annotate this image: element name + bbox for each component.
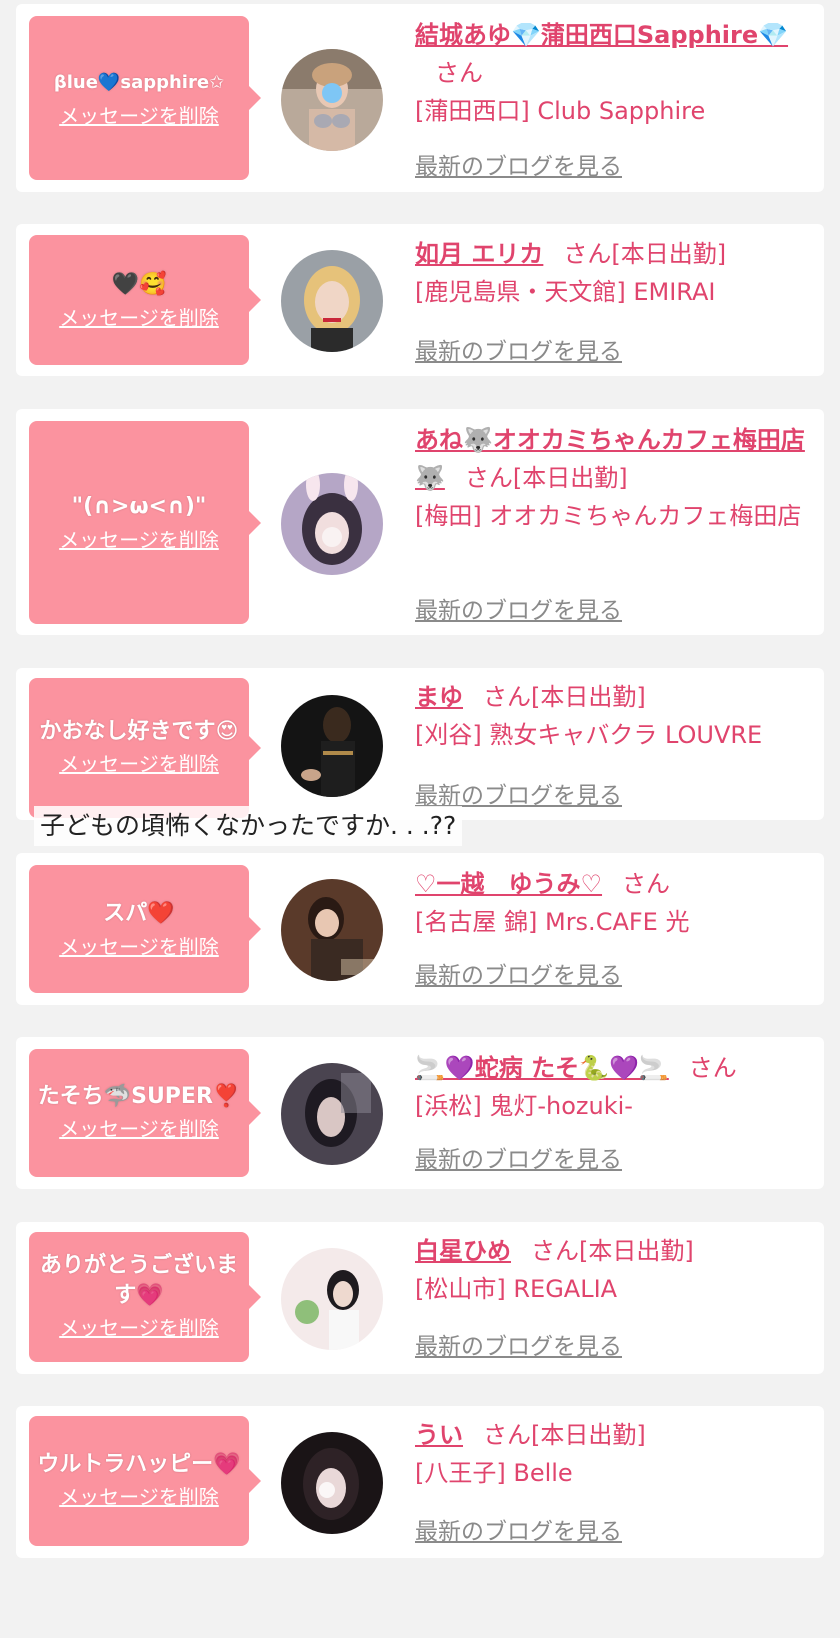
message-text: 🖤🥰 [111, 271, 167, 297]
cast-info: ♡一越 ゆうみ♡ さん [名古屋 錦] Mrs.CAFE 光 [415, 865, 812, 941]
message-bubble: たそち🦈SUPER❣️ メッセージを削除 [29, 1049, 261, 1177]
shop-label: [浜松] 鬼灯-hozuki- [415, 1092, 633, 1120]
san-label: さん [688, 1054, 737, 1082]
avatar[interactable] [281, 1063, 383, 1165]
delete-message-button[interactable]: メッセージを削除 [59, 1482, 219, 1512]
attendance-status: [本日出勤] [611, 240, 727, 268]
attendance-status: [本日出勤] [579, 1237, 694, 1265]
san-label: さん [483, 1421, 531, 1449]
avatar[interactable] [281, 49, 383, 151]
shop-label: [松山市] REGALIA [415, 1275, 618, 1303]
latest-blog-link[interactable]: 最新のブログを見る [415, 591, 622, 625]
latest-blog-link[interactable]: 最新のブログを見る [415, 1512, 622, 1546]
message-text: ありがとうございます💗 [39, 1253, 238, 1308]
cast-info: 如月 エリカ さん[本日出勤] [鹿児島県・天文館] EMIRAI [415, 235, 812, 311]
cast-info: まゆ さん[本日出勤] [刈谷] 熟女キャバクラ LOUVRE [415, 678, 812, 754]
cast-name-link[interactable]: 🚬💜蛇病 たそ🐍💜🚬 [415, 1054, 669, 1082]
message-text: たそち🦈SUPER❣️ [37, 1084, 241, 1109]
message-bubble: 🖤🥰 メッセージを削除 [29, 235, 261, 365]
avatar[interactable] [281, 1432, 383, 1534]
latest-blog-link[interactable]: 最新のブログを見る [415, 1140, 622, 1174]
cast-info: 白星ひめ さん[本日出勤] [松山市] REGALIA [415, 1232, 812, 1308]
message-card: 🖤🥰 メッセージを削除 如月 エリカ さん[本日出勤] [鹿児島県・天文館] EM… [16, 224, 824, 376]
san-label: さん [483, 683, 531, 711]
san-label: さん [622, 870, 671, 898]
latest-blog-link[interactable]: 最新のブログを見る [415, 332, 622, 366]
message-text: "(∩>ω<∩)" [71, 494, 207, 519]
message-text: スパ❤️ [103, 900, 175, 926]
message-card: "(∩>ω<∩)" メッセージを削除 あね🐺オオカミちゃんカフェ梅田店🐺 さん[本… [16, 409, 824, 635]
shop-label: [刈谷] 熟女キャバクラ LOUVRE [415, 721, 763, 749]
shop-label: [梅田] オオカミちゃんカフェ梅田店 [415, 502, 802, 530]
cast-name-link[interactable]: うい [415, 1421, 463, 1449]
delete-message-button[interactable]: メッセージを削除 [59, 303, 219, 333]
avatar[interactable] [281, 1248, 383, 1350]
avatar[interactable] [281, 879, 383, 981]
san-label: さん [435, 59, 483, 87]
message-card: βlue💙sapphire✩ メッセージを削除 結城あゆ💎蒲田西口Sapphir… [16, 4, 824, 192]
message-bubble: ありがとうございます💗 メッセージを削除 [29, 1232, 261, 1362]
message-bubble: βlue💙sapphire✩ メッセージを削除 [29, 16, 261, 180]
message-card: ありがとうございます💗 メッセージを削除 白星ひめ さん[本日出勤] [松山市] … [16, 1222, 824, 1374]
message-card: スパ❤️ メッセージを削除 ♡一越 ゆうみ♡ さん [名古屋 錦] Mrs.CAF… [16, 853, 824, 1005]
cast-name-link[interactable]: まゆ [415, 683, 463, 711]
message-bubble: かおなし好きです😍 メッセージを削除 [29, 678, 261, 818]
cast-name-link[interactable]: ♡一越 ゆうみ♡ [415, 870, 602, 898]
message-card: たそち🦈SUPER❣️ メッセージを削除 🚬💜蛇病 たそ🐍💜🚬 さん [浜松] 鬼… [16, 1037, 824, 1189]
attendance-status: [本日出勤] [531, 1421, 646, 1449]
delete-message-button[interactable]: メッセージを削除 [59, 525, 219, 555]
shop-label: [名古屋 錦] Mrs.CAFE 光 [415, 908, 690, 936]
delete-message-button[interactable]: メッセージを削除 [59, 932, 219, 962]
avatar[interactable] [281, 250, 383, 352]
message-text: かおなし好きです😍 [39, 719, 239, 744]
cast-info: うい さん[本日出勤] [八王子] Belle [415, 1416, 812, 1492]
message-bubble: ウルトラハッピー💗 メッセージを削除 [29, 1416, 261, 1546]
shop-label: [八王子] Belle [415, 1459, 573, 1487]
delete-message-button[interactable]: メッセージを削除 [59, 101, 219, 131]
delete-message-button[interactable]: メッセージを削除 [59, 1114, 219, 1144]
overlay-caption: 子どもの頃怖くなかったですか. . .?? [34, 806, 463, 846]
message-card: ウルトラハッピー💗 メッセージを削除 うい さん[本日出勤] [八王子] Bell… [16, 1406, 824, 1558]
message-bubble: スパ❤️ メッセージを削除 [29, 865, 261, 993]
cast-info: 🚬💜蛇病 たそ🐍💜🚬 さん [浜松] 鬼灯-hozuki- [415, 1049, 812, 1125]
attendance-status: [本日出勤] [531, 683, 646, 711]
avatar[interactable] [281, 695, 383, 797]
cast-info: 結城あゆ💎蒲田西口Sapphire💎 さん [蒲田西口] Club Sapphir… [415, 16, 812, 130]
message-text: ウルトラハッピー💗 [37, 1452, 241, 1477]
latest-blog-link[interactable]: 最新のブログを見る [415, 956, 622, 990]
shop-label: [蒲田西口] Club Sapphire [415, 97, 706, 125]
san-label: さん [563, 240, 612, 268]
san-label: さん [531, 1237, 579, 1265]
shop-label: [鹿児島県・天文館] EMIRAI [415, 278, 716, 306]
latest-blog-link[interactable]: 最新のブログを見る [415, 776, 622, 810]
cast-name-link[interactable]: 白星ひめ [415, 1237, 511, 1265]
cast-name-link[interactable]: 如月 エリカ [415, 240, 543, 268]
san-label: さん [464, 464, 513, 492]
cast-name-link[interactable]: 結城あゆ💎蒲田西口Sapphire💎 [415, 21, 788, 49]
message-text: βlue💙sapphire✩ [53, 71, 225, 93]
attendance-status: [本日出勤] [512, 464, 628, 492]
avatar[interactable] [281, 473, 383, 575]
delete-message-button[interactable]: メッセージを削除 [59, 1313, 219, 1343]
latest-blog-link[interactable]: 最新のブログを見る [415, 1327, 622, 1361]
message-bubble: "(∩>ω<∩)" メッセージを削除 [29, 421, 261, 624]
message-card: かおなし好きです😍 メッセージを削除 まゆ さん[本日出勤] [刈谷] 熟女キャバ… [16, 668, 824, 820]
cast-info: あね🐺オオカミちゃんカフェ梅田店🐺 さん[本日出勤] [梅田] オオカミちゃんカフ… [415, 421, 812, 535]
latest-blog-link[interactable]: 最新のブログを見る [415, 147, 622, 181]
delete-message-button[interactable]: メッセージを削除 [59, 749, 219, 779]
